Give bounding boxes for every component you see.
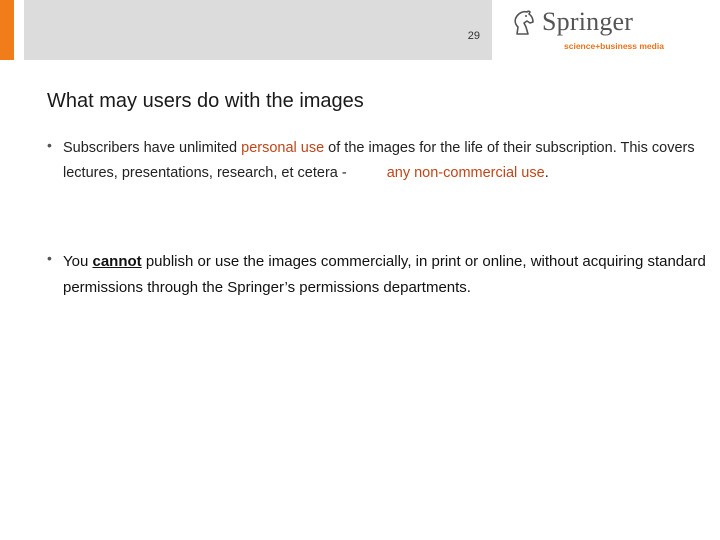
bullet-marker: • [47,137,52,153]
bullet-personal-use: Subscribers have unlimited personal use … [63,140,695,181]
springer-logo: Springer science+business media [512,7,672,54]
bullet-commercial-use: You cannot publish or use the images com… [63,253,706,296]
highlight-personal-use: personal use [241,140,325,156]
slide-title: What may users do with the images [47,90,364,112]
chess-knight-icon [514,10,534,35]
page-number: 29 [467,30,480,42]
accent-strip [0,0,14,60]
highlight-non-commercial: any non-commercial [386,165,518,181]
logo-tagline: science+business media [564,41,664,51]
header-band: 29 [24,0,492,60]
emphasis-cannot: cannot [92,253,142,270]
highlight-use: use [521,165,545,181]
logo-wordmark: Springer [542,7,634,36]
bullet-marker: • [47,250,52,266]
